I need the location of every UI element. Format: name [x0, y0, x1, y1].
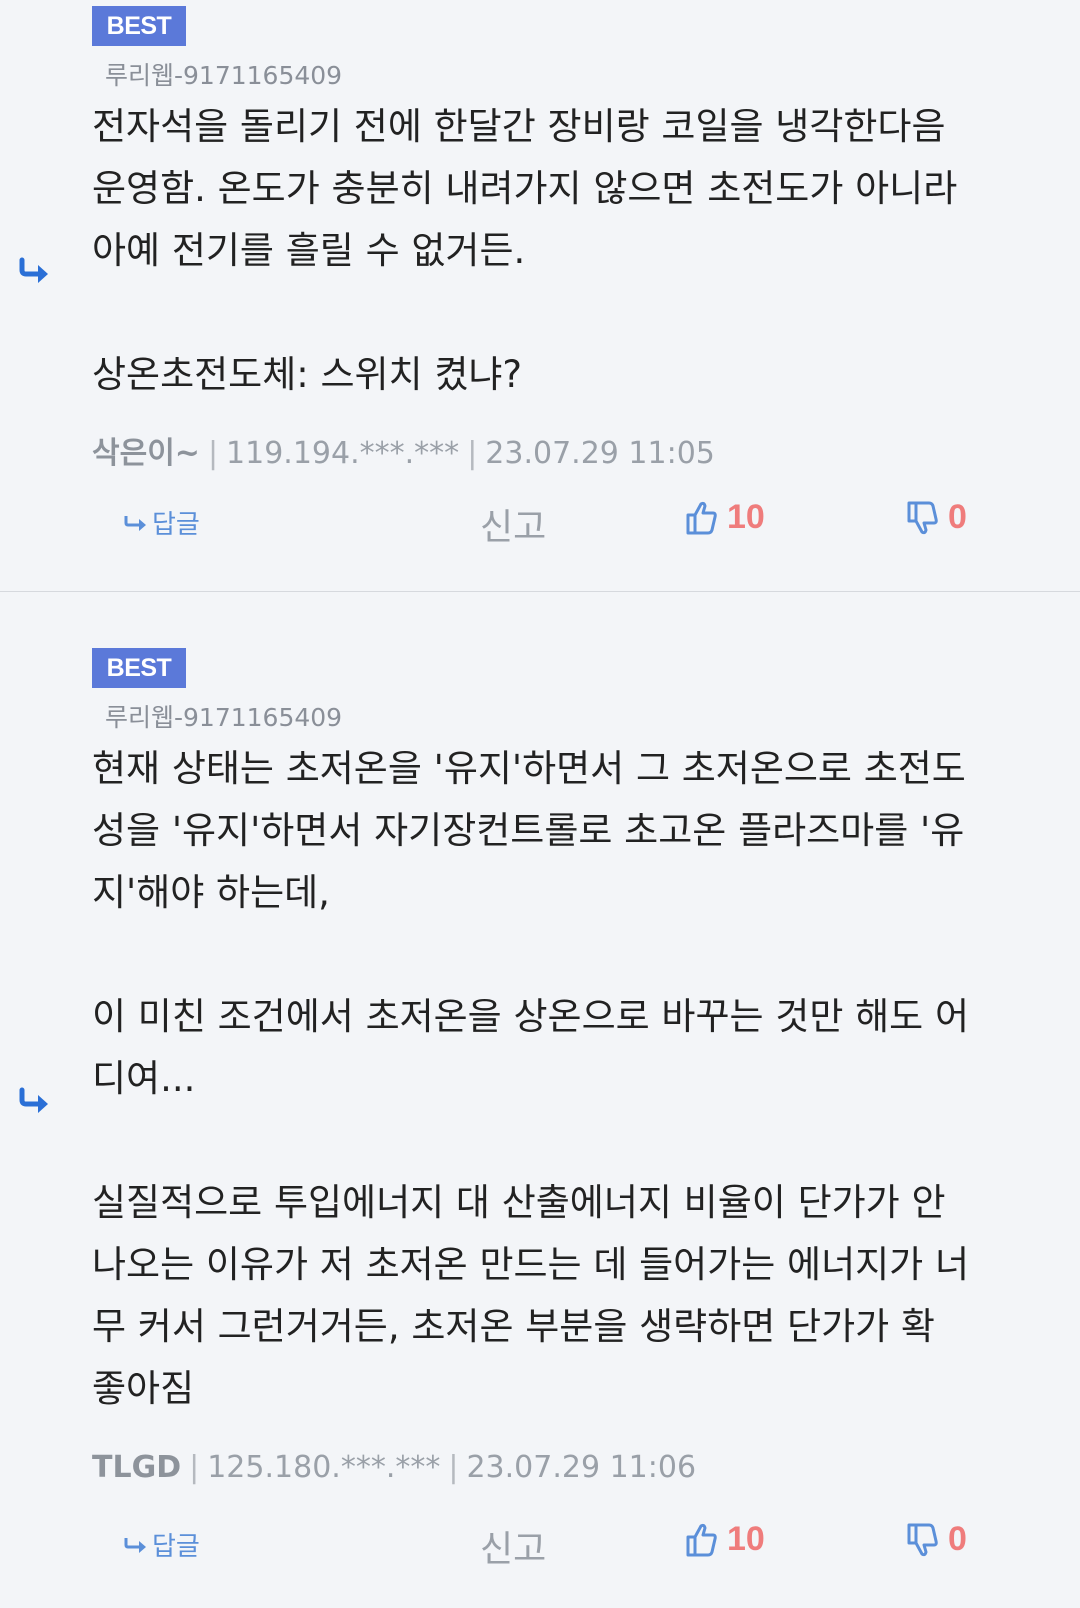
- comment: BEST 루리웹-9171165409 현재 상태는 초저온을 '유지'하면서 …: [0, 592, 1080, 1608]
- comment-author[interactable]: TLGD: [92, 1450, 181, 1485]
- reply-button[interactable]: 답글: [124, 504, 200, 541]
- dislike-count: 0: [948, 1520, 967, 1558]
- like-button[interactable]: 10: [685, 1520, 765, 1559]
- comment-actions: 답글 신고 10 0: [0, 498, 1080, 548]
- like-button[interactable]: 10: [685, 498, 765, 537]
- comment-author[interactable]: 삭은이~: [92, 436, 200, 471]
- comment-date: 23.07.29 11:05: [485, 436, 715, 471]
- comment-ip: 119.194.***.***: [226, 436, 460, 471]
- comment: BEST 루리웹-9171165409 전자석을 돌리기 전에 한달간 장비랑 …: [0, 0, 1080, 591]
- dislike-count: 0: [948, 498, 967, 536]
- comment-meta: 삭은이~ | 119.194.***.*** | 23.07.29 11:05: [92, 436, 715, 471]
- reply-small-icon: [124, 1537, 146, 1553]
- comment-body: 전자석을 돌리기 전에 한달간 장비랑 코일을 냉각한다음 운영함. 온도가 충…: [92, 105, 958, 396]
- best-badge: BEST: [92, 648, 186, 688]
- comment-source: 루리웹-9171165409: [105, 61, 343, 90]
- comment-ip: 125.180.***.***: [207, 1450, 441, 1485]
- dislike-button[interactable]: 0: [906, 1520, 967, 1559]
- thumbs-down-icon: [907, 1523, 938, 1556]
- reply-button[interactable]: 답글: [124, 1526, 200, 1563]
- reply-small-icon: [124, 515, 146, 531]
- reply-label: 답글: [152, 1532, 200, 1562]
- comment-actions: 답글 신고 10 0: [0, 1520, 1080, 1570]
- comment-meta: TLGD | 125.180.***.*** | 23.07.29 11:06: [92, 1450, 697, 1485]
- thumbs-down-icon: [907, 501, 938, 534]
- best-badge: BEST: [92, 6, 186, 46]
- report-button[interactable]: 신고: [480, 498, 546, 550]
- reply-arrow-icon: [19, 1087, 48, 1113]
- like-count: 10: [727, 498, 765, 536]
- like-count: 10: [727, 1520, 765, 1558]
- dislike-button[interactable]: 0: [906, 498, 967, 537]
- comment-source: 루리웹-9171165409: [105, 703, 343, 732]
- reply-arrow-icon: [19, 257, 48, 283]
- reply-label: 답글: [152, 510, 200, 540]
- thumbs-up-icon: [686, 501, 717, 534]
- comment-date: 23.07.29 11:06: [466, 1450, 697, 1485]
- comment-body: 현재 상태는 초저온을 '유지'하면서 그 초저온으로 초전도 성을 '유지'하…: [92, 747, 970, 1410]
- thumbs-up-icon: [686, 1523, 717, 1556]
- report-button[interactable]: 신고: [480, 1520, 546, 1572]
